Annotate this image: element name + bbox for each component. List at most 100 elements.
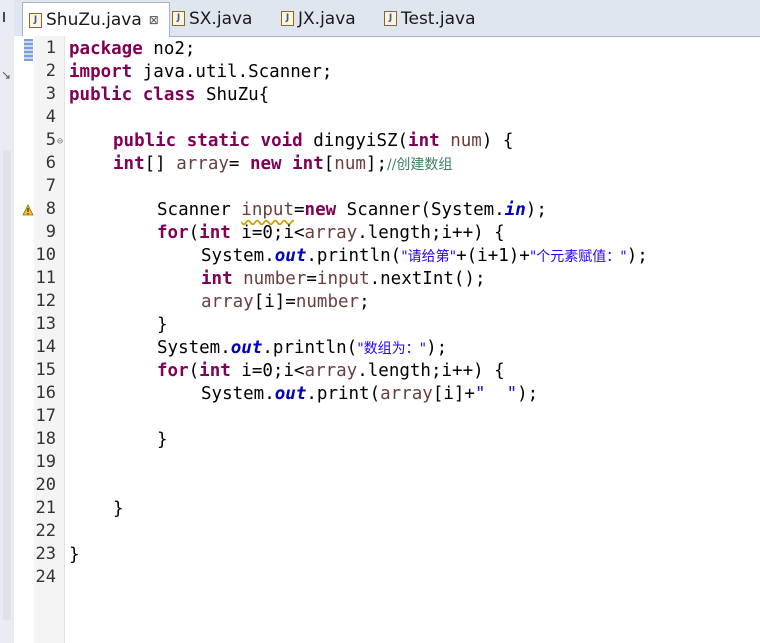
tab-label: Test.java [401,8,476,29]
variable: number [295,292,360,312]
keyword: int [292,154,324,174]
line-number: 20 [35,475,56,495]
close-icon[interactable]: ⊠ [149,13,159,27]
tab-label: JX.java [298,8,356,29]
line-number: 24 [35,567,56,587]
code-line-15: for(int i=0;i<array.length;i++) { [157,360,505,383]
line-number: 13 [35,314,56,334]
keyword: int [408,131,440,151]
code-line-23: } [69,545,80,565]
java-file-icon: J [172,11,185,26]
line-number: 23 [35,544,56,564]
keyword: import [69,62,133,82]
line-number: 22 [35,521,56,541]
line-number: 12 [35,291,56,311]
code-text: .nextInt(); [369,269,486,289]
line-number: 11 [35,268,56,288]
code-line-14: System.out.println("数组为："); [157,337,447,360]
tab-test-java[interactable]: J Test.java [384,2,476,35]
keyword: public [113,131,177,151]
static-field: in [504,200,526,220]
string-literal: "数组为：" [357,341,427,357]
string-literal: "个元素赋值：" [529,249,627,265]
line-number: 2 [45,61,56,81]
line-number: 10 [35,245,56,265]
code-text: .length;i++) { [357,361,505,381]
fold-collapse-icon[interactable]: ⊖ [57,136,63,147]
code-text: .print( [306,384,381,404]
variable: num [439,131,482,151]
code-text: dingyiSZ( [302,131,409,151]
editor-tab-bar: J ShuZu.java ⊠ J SX.java J JX.java J Tes… [14,0,760,37]
code-text: .length;i++) { [357,223,505,243]
code-text: ( [188,361,200,381]
line-number: 17 [35,406,56,426]
chevron-icon[interactable]: ↘ [1,68,11,82]
view-edge-mark [3,12,5,22]
code-text: ); [517,384,539,404]
line-number: 6 [45,153,56,173]
variable: array [380,384,433,404]
code-text: = [228,154,250,174]
code-text: ) { [481,131,514,151]
code-text: +(i+1)+ [456,246,530,266]
string-literal: " " [474,384,518,404]
code-text: = [293,200,305,220]
line-number: 1 [45,38,56,58]
keyword: int [201,269,233,289]
line-number: 16 [35,383,56,403]
tab-jx-java[interactable]: J JX.java [281,2,356,35]
code-text: [i]= [253,292,296,312]
string-literal: "请给第" [401,249,457,265]
warning-icon[interactable] [22,204,34,216]
variable: array [201,292,254,312]
tab-sx-java[interactable]: J SX.java [172,2,252,35]
code-text: [i]+ [432,384,475,404]
keyword: new [304,200,337,220]
code-text: .println( [306,246,402,266]
line-number: 14 [35,337,56,357]
variable-warning: input [241,200,294,220]
code-text: = [306,269,317,289]
java-file-icon: J [281,11,294,26]
line-number: 4 [45,107,56,127]
variable: array [176,154,229,174]
annotation-ruler[interactable] [14,36,34,643]
code-text: java.util.Scanner; [132,62,333,82]
code-line-16: System.out.print(array[i]+" "); [201,383,538,406]
keyword: public [69,85,133,105]
keyword: static [186,131,250,151]
line-number: 18 [35,429,56,449]
static-field: out [274,384,307,404]
code-line-6: int[] array= new int[num];//创建数组 [113,153,452,176]
package-explorer-edge: ↘ [0,0,15,643]
tab-shuzu-java[interactable]: J ShuZu.java ⊠ [22,2,170,37]
line-number: 9 [45,222,56,242]
variable: number [232,269,307,289]
code-text: no2; [142,39,196,59]
code-text: System. [157,338,231,358]
line-number: 15 [35,360,56,380]
keyword: class [142,85,196,105]
code-line-21: } [113,499,124,519]
line-number: 21 [35,498,56,518]
static-field: out [230,338,263,358]
keyword: int [113,154,145,174]
comment: //创建数组 [386,157,453,173]
code-text: ShuZu{ [195,85,270,105]
code-line-3: public class ShuZu{ [69,84,269,107]
keyword: new [249,154,282,174]
side-scrollbar[interactable] [3,150,11,620]
variable: array [304,223,358,243]
code-text: System. [201,384,275,404]
variable: input [316,269,370,289]
code-line-12: array[i]=number; [201,291,370,314]
current-line-marker [24,39,33,61]
java-file-icon: J [384,11,397,26]
variable: array [304,361,358,381]
tab-label: SX.java [189,8,253,29]
code-line-2: import java.util.Scanner; [69,61,332,84]
tab-label: ShuZu.java [46,10,142,30]
code-text: Scanner(System. [336,200,505,220]
code-line-1: package no2; [69,38,195,61]
